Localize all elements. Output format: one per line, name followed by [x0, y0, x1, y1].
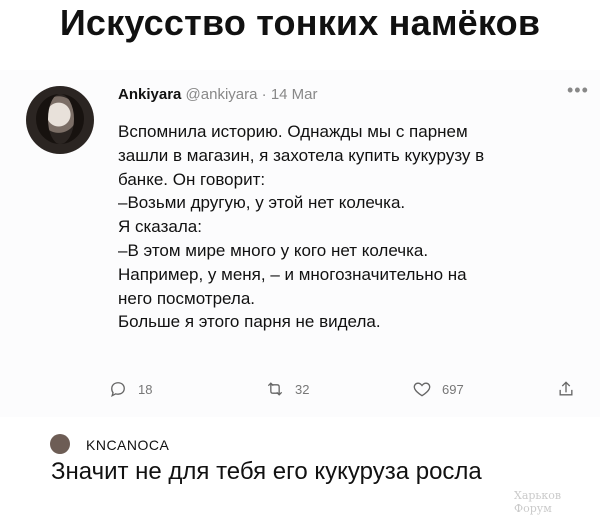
tweet-line: Вспомнила историю. Однажды мы с парнем: [118, 122, 468, 141]
retweet-icon: [267, 382, 283, 396]
heart-icon: [413, 382, 431, 397]
retweet-count: 32: [295, 381, 310, 397]
tweet-line: Я сказала:: [118, 217, 202, 237]
page-title: Искусство тонких намёков: [59, 2, 541, 43]
tweet-text: Вспомнила историю. Однажды мы с парнем з…: [118, 120, 578, 334]
like-count: 697: [442, 381, 464, 397]
tweet-line: него посмотрела.: [118, 288, 256, 308]
tweet-header: Ankiyara @ankiyara · 14 Mar: [118, 86, 318, 103]
comment-header: KNCANOCA: [0, 430, 600, 456]
comment-text: Значит не для тебя его кукуруза росла: [51, 458, 482, 485]
commenter-name[interactable]: KNCANOCA: [86, 437, 169, 453]
tweet-line: банке. Он говорит:: [118, 169, 266, 189]
tweet-line: Например, у меня, – и многозначительно н…: [118, 264, 467, 284]
tweet-line: Больше я этого парня не видела.: [118, 312, 381, 332]
tweet-author-handle[interactable]: @ankiyara: [186, 86, 258, 103]
tweet-line: –В этом мире много у кого нет колечка.: [118, 240, 429, 260]
like-button[interactable]: 697: [412, 379, 464, 399]
reply-icon: [111, 382, 125, 397]
tweet-date[interactable]: · 14 Mar: [262, 86, 318, 103]
reply-count: 18: [138, 381, 153, 397]
reply-button[interactable]: 18: [108, 379, 152, 399]
commenter-avatar[interactable]: [50, 434, 70, 454]
retweet-button[interactable]: 32: [265, 379, 309, 399]
tweet-author-name[interactable]: Ankiyara: [118, 86, 181, 103]
tweet-actions: 18 32 697: [100, 379, 580, 405]
share-icon: [559, 381, 573, 396]
tweet-line: зашли в магазин, я захотела купить кукур…: [118, 145, 485, 165]
tweet-line: –Возьми другую, у этой нет колечка.: [118, 193, 406, 213]
tweet-author-avatar[interactable]: [26, 86, 94, 154]
more-icon[interactable]: •••: [567, 81, 589, 99]
tweet-card: Ankiyara @ankiyara · 14 Mar ••• Вспомнил…: [0, 70, 600, 417]
watermark: Харьков Форум: [514, 489, 562, 515]
share-button[interactable]: [556, 379, 576, 399]
